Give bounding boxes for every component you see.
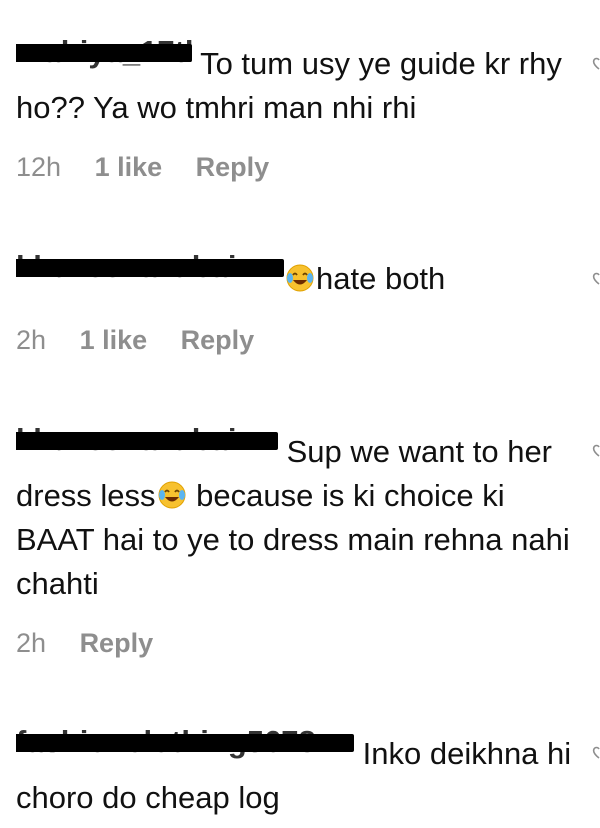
comment-likes[interactable]: 1 like	[95, 152, 163, 182]
heart-icon[interactable]	[592, 270, 600, 286]
username-redaction	[16, 734, 354, 752]
comment-meta: 2h 1 like Reply	[16, 325, 280, 356]
username-redaction	[16, 432, 278, 450]
comment-time: 2h	[16, 628, 47, 658]
comment-text-block: mahiya_17th To tum usy ye guide kr rhy h…	[16, 30, 576, 130]
reply-button[interactable]: Reply	[181, 325, 255, 355]
comment-meta: 12h 1 like Reply	[16, 152, 295, 183]
heart-icon[interactable]	[592, 55, 600, 71]
comment-item: khuzeenazubair Sup we want to her dress …	[16, 418, 576, 606]
face-with-tears-of-joy-icon	[286, 264, 314, 292]
comment-meta: 2h Reply	[16, 628, 179, 659]
comment-text-block: khuzeenazubair hate both	[16, 245, 576, 301]
comment-time: 2h	[16, 325, 47, 355]
heart-icon[interactable]	[592, 744, 600, 760]
username-redaction	[16, 44, 192, 62]
comment-username[interactable]: fashionclothing5678	[16, 720, 354, 764]
heart-icon[interactable]	[592, 442, 600, 458]
face-with-tears-of-joy-icon	[158, 481, 186, 509]
reply-button[interactable]: Reply	[80, 628, 154, 658]
comment-text-block: khuzeenazubair Sup we want to her dress …	[16, 418, 576, 606]
reply-button[interactable]: Reply	[196, 152, 270, 182]
comment-item: fashionclothing5678 Inko deikhna hi chor…	[16, 720, 576, 820]
comment-likes[interactable]: 1 like	[80, 325, 148, 355]
comment-username[interactable]: khuzeenazubair	[16, 245, 284, 289]
comment-item: mahiya_17th To tum usy ye guide kr rhy h…	[16, 30, 576, 130]
comment-item: khuzeenazubair hate both	[16, 245, 576, 301]
comment-username[interactable]: khuzeenazubair	[16, 418, 278, 462]
username-redaction	[16, 259, 284, 277]
comment-time: 12h	[16, 152, 62, 182]
comment-text-block: fashionclothing5678 Inko deikhna hi chor…	[16, 720, 576, 820]
comment-username[interactable]: mahiya_17th	[16, 30, 192, 74]
comment-body: hate both	[316, 261, 446, 296]
